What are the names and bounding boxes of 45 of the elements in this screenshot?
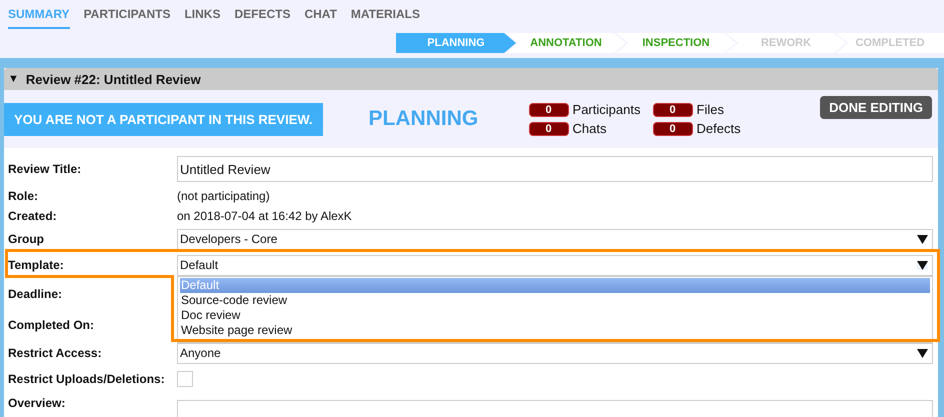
count-label: Participants: [572, 102, 640, 117]
count-label: Files: [696, 102, 724, 117]
panel-header[interactable]: ▼ Review #22: Untitled Review: [4, 68, 938, 90]
field-label: Group: [7, 232, 45, 246]
notice-banner: YOU ARE NOT A PARTICIPANT IN THIS REVIEW.: [4, 102, 323, 136]
tab[interactable]: CHAT: [304, 7, 337, 27]
workflow-step: PLANNING: [396, 33, 516, 53]
select-field[interactable]: Developers - Core: [177, 228, 933, 250]
field-label: Created:: [7, 209, 58, 223]
tab[interactable]: LINKS: [184, 7, 220, 27]
tab[interactable]: MATERIALS: [350, 7, 420, 27]
select-field[interactable]: Anyone: [177, 342, 933, 364]
field-label: Role:: [7, 189, 39, 203]
phase-title: PLANNING: [368, 107, 480, 131]
field-label: Review Title:: [7, 162, 82, 176]
done-editing-button[interactable]: DONE EDITING: [820, 96, 932, 119]
workflow-step: INSPECTION: [616, 33, 736, 53]
count-badge: 0: [652, 122, 693, 136]
count-label: Chats: [572, 121, 606, 136]
checkbox[interactable]: [177, 371, 193, 387]
workflow-step: ANNOTATION: [506, 33, 626, 53]
count-badge: 0: [652, 102, 693, 116]
field-label: Deadline:: [7, 286, 64, 300]
count-badge: 0: [528, 102, 569, 116]
dropdown-option[interactable]: Doc review: [180, 308, 930, 322]
expand-toggle[interactable]: ▼: [8, 73, 19, 85]
field-label: Restrict Uploads/Deletions:: [7, 372, 166, 386]
input-field[interactable]: Untitled Review: [177, 156, 933, 182]
field-value: (not participating): [177, 189, 271, 203]
count-badge: 0: [528, 122, 569, 136]
dropdown-arrow-icon[interactable]: [917, 260, 928, 270]
tab[interactable]: DEFECTS: [234, 7, 290, 27]
select-field[interactable]: Default: [177, 254, 933, 276]
field-value: on 2018-07-04 at 16:42 by AlexK: [177, 209, 353, 223]
field-label: Restrict Access:: [7, 346, 103, 360]
panel-title: Review #22: Untitled Review: [26, 72, 201, 86]
field-label: Completed On:: [7, 318, 95, 332]
tab[interactable]: PARTICIPANTS: [84, 7, 170, 27]
field-label: Template:: [7, 258, 65, 272]
dropdown-arrow-icon[interactable]: [917, 234, 928, 244]
dropdown-option[interactable]: Website page review: [180, 322, 930, 338]
count-label: Defects: [696, 121, 741, 136]
dropdown-arrow-icon[interactable]: [917, 348, 928, 358]
field-label: Overview:: [7, 395, 66, 410]
dropdown-option[interactable]: Source-code review: [180, 292, 930, 308]
